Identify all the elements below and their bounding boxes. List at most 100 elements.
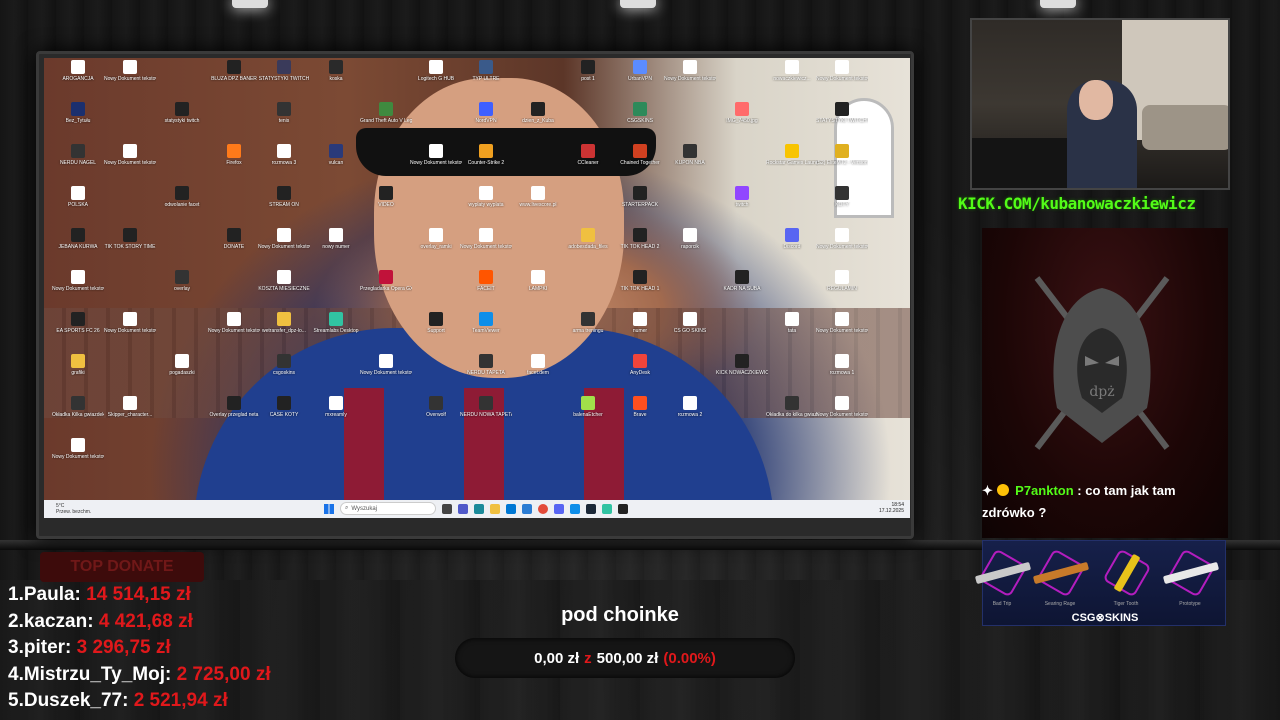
desktop-shortcut[interactable]: KOTY — [816, 186, 868, 208]
desktop-shortcut[interactable]: Support — [410, 312, 462, 334]
desktop-shortcut[interactable]: pogadaszki — [156, 354, 208, 376]
desktop-shortcut[interactable]: Nowy Dokument tekstowy (22) — [52, 438, 104, 460]
desktop-shortcut[interactable]: grafiki — [52, 354, 104, 376]
desktop-shortcut[interactable]: tata — [766, 312, 818, 334]
desktop-shortcut[interactable]: Nowy Dokument tekstowy (17) — [52, 270, 104, 292]
desktop-shortcut[interactable]: EA SPORTS FC 26 — [52, 312, 104, 334]
desktop-shortcut[interactable]: Nowy Dokument tekstowy (15) — [410, 144, 462, 166]
desktop-shortcut[interactable]: CCleaner — [562, 144, 614, 166]
desktop-shortcut[interactable]: Okładka do kilka gwiazdek poprawna — [766, 396, 818, 418]
desktop-shortcut[interactable]: Firefox — [208, 144, 260, 166]
desktop-shortcut[interactable]: overlay — [156, 270, 208, 292]
desktop-shortcut[interactable]: LAMPKI — [512, 270, 564, 292]
desktop-shortcut[interactable]: Streamlabs Desktop — [310, 312, 362, 334]
desktop-shortcut[interactable]: STREAM ON — [258, 186, 310, 208]
desktop-shortcut[interactable]: AROGANCJA — [52, 60, 104, 82]
desktop-shortcut[interactable]: Counter-Strike 2 — [460, 144, 512, 166]
desktop-shortcut[interactable]: raporcik — [664, 228, 716, 250]
system-clock[interactable]: 18:54 17.12.2025 — [879, 502, 904, 514]
desktop-shortcut[interactable]: KOSZTA MIESIECZNE — [258, 270, 310, 292]
desktop-shortcut[interactable]: numer — [614, 312, 666, 334]
desktop-shortcut[interactable]: Nowy Dokument tekstowy (20) — [816, 396, 868, 418]
taskbar-search[interactable]: ⌕ Wyszukaj — [340, 502, 436, 515]
weather-widget[interactable]: 5°C Przew. bezchm. — [56, 503, 116, 515]
desktop-shortcut[interactable]: Nowy Dokument tekstowy (2) — [104, 60, 156, 82]
desktop-shortcut[interactable]: tenis — [258, 102, 310, 124]
desktop-shortcut[interactable]: twitch — [716, 186, 768, 208]
desktop-shortcut[interactable]: UrbanVPN — [614, 60, 666, 82]
desktop-shortcut[interactable]: koska — [310, 60, 362, 82]
desktop-shortcut[interactable]: odwolanie facet — [156, 186, 208, 208]
desktop-shortcut[interactable]: rozmowa 1 — [816, 354, 868, 376]
desktop-shortcut[interactable]: Okładka Kilka gwiazdek — [52, 396, 104, 418]
desktop-shortcut[interactable]: Przegladarka Opera GX — [360, 270, 412, 292]
desktop-shortcut[interactable]: Discord — [766, 228, 818, 250]
desktop-shortcut[interactable]: STARTERPACK — [614, 186, 666, 208]
desktop-shortcut[interactable]: KICK NOWACZKIEWICZ — [716, 354, 768, 376]
desktop-shortcut[interactable]: wyplaty wyplata — [460, 186, 512, 208]
desktop-shortcut[interactable]: NERDU NOWA TAPETA — [460, 396, 512, 418]
desktop-shortcut[interactable]: Nowy Dokument tekstowy (13) — [664, 60, 716, 82]
desktop-shortcut[interactable]: Logitech G HUB — [410, 60, 462, 82]
desktop-shortcut[interactable]: Overwolf — [410, 396, 462, 418]
desktop-shortcut[interactable]: Chained Together — [614, 144, 666, 166]
desktop-shortcut[interactable]: IMG_7450.jpg — [716, 102, 768, 124]
desktop-shortcut[interactable]: Overlay przeglad neta — [208, 396, 260, 418]
desktop-shortcut[interactable]: FACEIT — [460, 270, 512, 292]
desktop-shortcut[interactable]: CS GO SKINS — [664, 312, 716, 334]
desktop-shortcut[interactable]: Nowy Dokument tekstowy (18) — [258, 228, 310, 250]
desktop-shortcut[interactable]: TYP ULTRE — [460, 60, 512, 82]
desktop-shortcut[interactable]: Nowy Dokument tekstowy (14) — [460, 228, 512, 250]
desktop-shortcut[interactable]: post 1 — [562, 60, 614, 82]
desktop-shortcut[interactable]: CASE KOTY — [258, 396, 310, 418]
desktop-shortcut[interactable]: Nowy Dokument tekstowy (27) — [360, 354, 412, 376]
desktop-shortcut[interactable]: rozmowa 2 — [664, 396, 716, 418]
desktop-shortcut[interactable]: vulcan — [310, 144, 362, 166]
desktop-shortcut[interactable]: REGULAMIN — [816, 270, 868, 292]
desktop-shortcut[interactable]: rozmowa 3 — [258, 144, 310, 166]
desktop-shortcut[interactable]: wetransfer_dpz-lo... — [258, 312, 310, 334]
desktop-shortcut[interactable]: KUPON NBA — [664, 144, 716, 166]
desktop-shortcut[interactable]: NERDU TAPETA — [460, 354, 512, 376]
desktop-shortcut[interactable]: dzien_z_Kuba — [512, 102, 564, 124]
desktop-shortcut[interactable]: AnyDesk — [614, 354, 666, 376]
desktop-shortcut[interactable]: JEBANA KURWA — [52, 228, 104, 250]
start-icon[interactable] — [324, 503, 334, 514]
desktop-shortcut[interactable]: BLUZA DPZ BANER — [208, 60, 260, 82]
chrome-icon[interactable] — [538, 503, 548, 514]
desktop-shortcut[interactable]: KADR NA SUBA — [716, 270, 768, 292]
desktop-shortcut[interactable]: Nowy Dokument tekstowy (23) — [816, 312, 868, 334]
desktop-shortcut[interactable]: NERDU NAGEL — [52, 144, 104, 166]
desktop-shortcut[interactable]: Bez_Tytułu — [52, 102, 104, 124]
desktop-shortcut[interactable]: adobesdada_files — [562, 228, 614, 250]
desktop-shortcut[interactable]: STATYSTYKI TWITCH — [258, 60, 310, 82]
desktop-shortcut[interactable]: www.livescore.pl — [512, 186, 564, 208]
desktop-shortcut[interactable]: TIK TOK STORY TIME — [104, 228, 156, 250]
desktop-shortcut[interactable]: arma treningu — [562, 312, 614, 334]
desktop-shortcut[interactable]: VIDEO — [360, 186, 412, 208]
desktop-shortcut[interactable]: Nowy Dokument tekstowy (21) — [104, 312, 156, 334]
teams-icon[interactable] — [458, 503, 468, 514]
desktop-shortcut[interactable]: statystyki twitch — [156, 102, 208, 124]
desktop-shortcut[interactable]: DONATE — [208, 228, 260, 250]
desktop-shortcut[interactable]: balenaEtcher — [562, 396, 614, 418]
obs-icon[interactable] — [618, 503, 628, 514]
desktop-shortcut[interactable]: (S2) EliteMT2 - Version 1.0.0 — [816, 144, 868, 166]
desktop-shortcut[interactable]: STATYSTYKI TWITCH NAJLEPSZE — [816, 102, 868, 124]
desktop-shortcut[interactable]: overlay_ramki — [410, 228, 462, 250]
desktop-shortcut[interactable]: Nowy Dokument tekstowy (29) — [816, 60, 868, 82]
steam-icon[interactable] — [586, 503, 596, 514]
desktop-shortcut[interactable]: Brave — [614, 396, 666, 418]
desktop-shortcut[interactable]: nowy numer — [310, 228, 362, 250]
desktop-shortcut[interactable]: Nowy Dokument tekstowy (33) — [208, 312, 260, 334]
desktop-shortcut[interactable]: TIK TOK HEAD 1 — [614, 270, 666, 292]
teamviewer-icon[interactable] — [570, 503, 580, 514]
folder-icon[interactable] — [490, 503, 500, 514]
desktop-shortcut[interactable]: Grand Theft Auto V Legacy — [360, 102, 412, 124]
edge-icon[interactable] — [522, 503, 532, 514]
desktop-shortcut[interactable]: TeamViewer — [460, 312, 512, 334]
desktop-shortcut[interactable]: CSGSKINS — [614, 102, 666, 124]
mail-icon[interactable] — [506, 503, 516, 514]
desktop-shortcut[interactable]: Nowy Dokument tekstowy (11) — [104, 144, 156, 166]
streamlabs-icon[interactable] — [602, 503, 612, 514]
